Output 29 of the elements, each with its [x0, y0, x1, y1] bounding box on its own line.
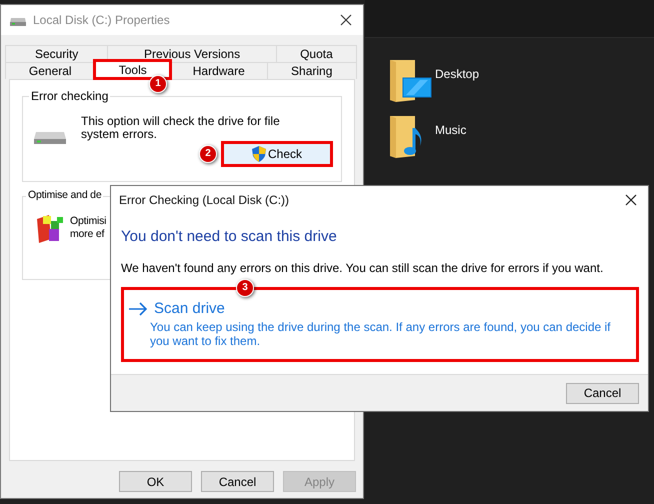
tab[interactable]: General [5, 62, 96, 79]
tab[interactable]: Sharing [266, 62, 357, 79]
desktop-folder-icon [390, 60, 432, 102]
hard-drive-icon [33, 129, 67, 145]
step-badge: 3 [236, 279, 254, 297]
shield-icon [252, 146, 266, 162]
tab[interactable]: Tools [94, 60, 172, 79]
folder-name[interactable]: Music [435, 123, 466, 137]
dialog-message: We haven't found any errors on this drive. You can still scan the drive for errors if you want. [121, 261, 604, 275]
arrow-icon [128, 302, 148, 316]
close-icon [340, 14, 352, 26]
cancel-button[interactable]: Cancel [566, 382, 639, 404]
dialog-button[interactable]: Cancel [201, 471, 274, 492]
description-text: more ef [70, 228, 106, 241]
group-heading: Error checking [29, 89, 110, 103]
dialog-heading: You don't need to scan this drive [121, 228, 338, 245]
tab[interactable]: Security [5, 45, 108, 62]
group-heading: Optimise and de [26, 189, 104, 201]
description-text: This option will check the drive for file system errors. [81, 115, 281, 141]
window-title: Local Disk (C:) Properties [33, 13, 171, 27]
folder-name[interactable]: Desktop [435, 67, 480, 81]
window-title: Error Checking (Local Disk (C:)) [119, 193, 290, 207]
close-icon [625, 194, 637, 206]
check-button[interactable]: Check [223, 143, 331, 165]
step-badge: 2 [199, 145, 217, 163]
dialog-button[interactable]: OK [119, 471, 192, 492]
tab[interactable]: Quota [276, 45, 357, 62]
defragment-icon [35, 213, 65, 245]
description-text: Optimisi [70, 215, 106, 228]
